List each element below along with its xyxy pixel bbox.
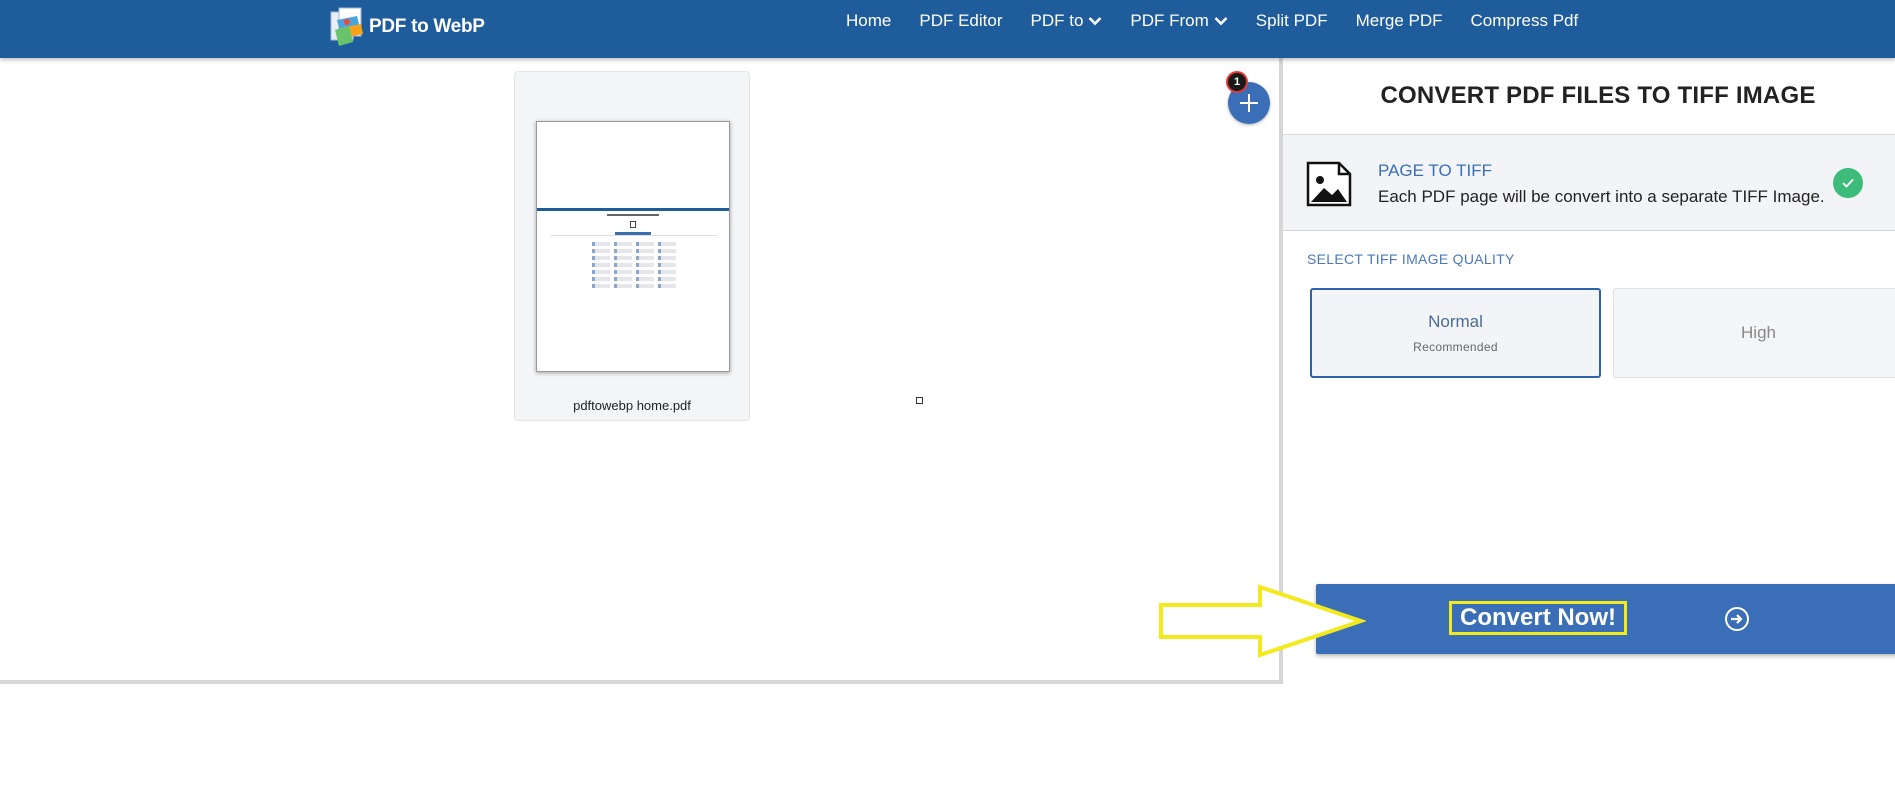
nav-item-pdf-from[interactable]: PDF From — [1130, 11, 1228, 31]
brand-name: PDF to WebP — [369, 16, 485, 37]
selected-check-badge — [1833, 168, 1863, 198]
nav-item-merge-pdf[interactable]: Merge PDF — [1356, 11, 1443, 31]
convert-now-button[interactable]: Convert Now! — [1316, 584, 1895, 654]
chevron-down-icon — [1088, 17, 1102, 26]
mode-option-page-to-tiff[interactable]: PAGE TO TIFF Each PDF page will be conve… — [1283, 135, 1895, 231]
mode-description: Each PDF page will be convert into a sep… — [1378, 187, 1825, 206]
nav-item-label: Compress Pdf — [1470, 11, 1579, 30]
checkmark-icon — [1842, 178, 1854, 188]
quality-option-high[interactable]: High — [1613, 288, 1895, 378]
file-workspace: pdftowebp home.pdf — [0, 58, 1283, 684]
file-name: pdftowebp home.pdf — [573, 398, 691, 413]
nav-item-label: Home — [846, 11, 892, 30]
cursor-marker — [916, 397, 923, 404]
thumbnail-divider — [551, 235, 717, 236]
nav-item-home[interactable]: Home — [846, 11, 891, 31]
thumbnail-header-bar — [537, 208, 729, 211]
nav-item-pdf-to[interactable]: PDF to — [1031, 11, 1103, 31]
pdf-page-thumbnail — [536, 121, 730, 372]
quality-option-name: Normal — [1428, 312, 1483, 331]
main-nav: Home PDF Editor PDF to PDF From Split PD… — [846, 0, 1578, 42]
nav-item-label: PDF From — [1130, 11, 1209, 30]
nav-item-split-pdf[interactable]: Split PDF — [1256, 11, 1328, 31]
nav-item-label: PDF to — [1030, 11, 1084, 30]
convert-button-label: Convert Now! — [1449, 601, 1627, 635]
quality-section-label: SELECT TIFF IMAGE QUALITY — [1307, 251, 1515, 267]
nav-item-label: PDF Editor — [919, 11, 1003, 30]
nav-item-label: Merge PDF — [1355, 11, 1443, 30]
top-navbar: PDF to WebP Home PDF Editor PDF to PDF F… — [0, 0, 1895, 58]
brand-logo-icon — [330, 7, 363, 46]
thumbnail-tool-grid — [592, 242, 676, 288]
nav-item-label: Split PDF — [1255, 11, 1328, 30]
panel-title: CONVERT PDF FILES TO TIFF IMAGE — [1283, 58, 1895, 135]
arrow-right-circle-icon — [1725, 607, 1749, 631]
thumbnail-file-icon — [630, 221, 636, 228]
quality-option-subtitle: Recommended — [1413, 340, 1498, 354]
quality-option-name: High — [1741, 323, 1776, 342]
annotation-arrow-icon — [1159, 584, 1366, 658]
file-count-badge: 1 — [1226, 71, 1248, 93]
thumbnail-title-line — [607, 214, 659, 216]
plus-icon — [1240, 94, 1258, 112]
brand-logo-link[interactable]: PDF to WebP — [327, 6, 485, 48]
nav-item-compress-pdf[interactable]: Compress Pdf — [1471, 11, 1579, 31]
mode-title: PAGE TO TIFF — [1378, 161, 1492, 180]
quality-option-normal[interactable]: Normal Recommended — [1310, 288, 1601, 378]
chevron-down-icon — [1214, 17, 1228, 26]
image-icon — [1306, 161, 1352, 207]
nav-item-pdf-editor[interactable]: PDF Editor — [919, 11, 1002, 31]
file-card[interactable]: pdftowebp home.pdf — [514, 71, 750, 421]
